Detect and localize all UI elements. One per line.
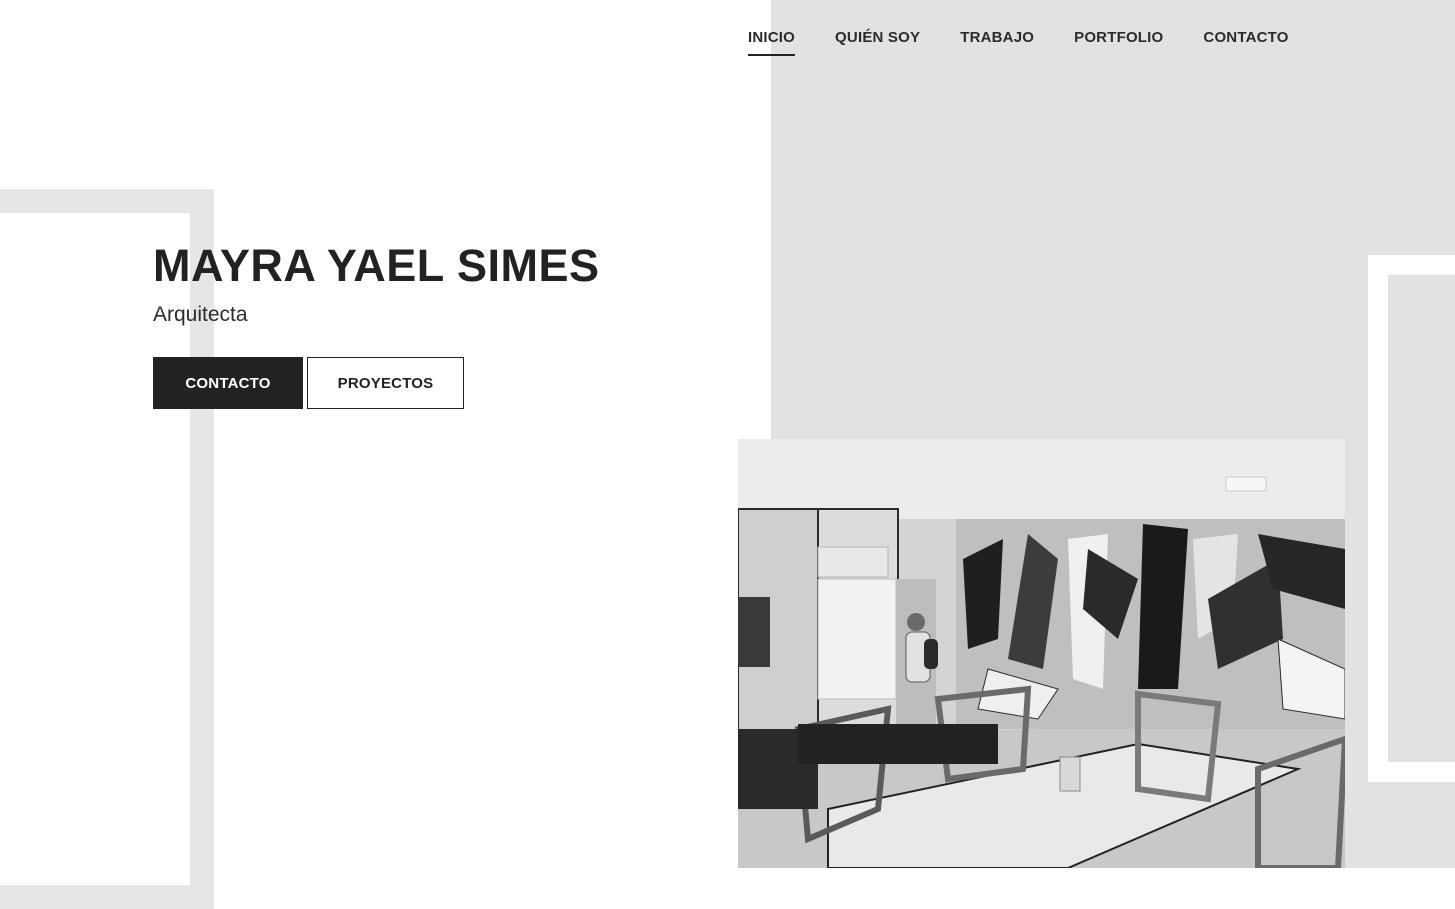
main-navigation: INICIO QUIÉN SOY TRABAJO PORTFOLIO CONTA…	[748, 29, 1329, 56]
projects-button[interactable]: PROYECTOS	[307, 357, 464, 409]
interior-render-image	[738, 439, 1345, 868]
nav-item-trabajo[interactable]: TRABAJO	[960, 29, 1034, 56]
nav-item-quien-soy[interactable]: QUIÉN SOY	[835, 29, 920, 56]
contact-button[interactable]: CONTACTO	[153, 357, 303, 409]
nav-item-contacto[interactable]: CONTACTO	[1203, 29, 1288, 56]
decorative-frame-right	[1368, 255, 1455, 782]
decorative-frame-left	[0, 189, 214, 909]
nav-item-portfolio[interactable]: PORTFOLIO	[1074, 29, 1163, 56]
nav-item-inicio[interactable]: INICIO	[748, 29, 796, 56]
hero-title: MAYRA YAEL SIMES	[153, 240, 600, 291]
hero-subtitle: Arquitecta	[153, 303, 248, 326]
